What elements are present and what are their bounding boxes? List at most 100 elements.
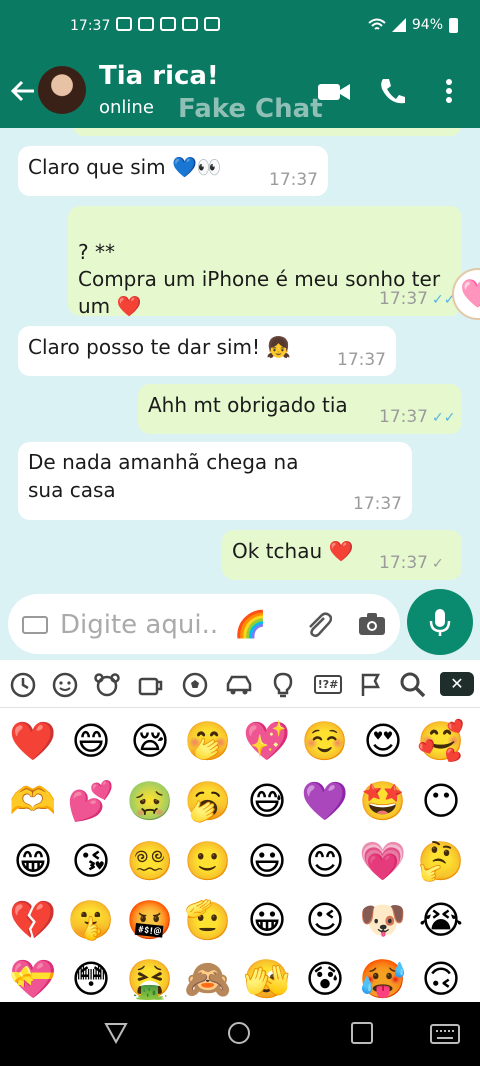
- notification-icons: [116, 17, 220, 31]
- emoji-key[interactable]: 💖: [238, 712, 296, 770]
- symbols-icon[interactable]: !?#: [312, 670, 344, 700]
- message-outgoing[interactable]: Ok tchau ❤️ 17:37 ✓: [222, 530, 462, 580]
- message-time: 17:37: [379, 407, 428, 427]
- notification-icon: [160, 17, 176, 31]
- emoji-key[interactable]: 😅: [238, 772, 296, 830]
- chat-area[interactable]: Claro que sim 💙👀 17:37 ? ** Compra um iP…: [0, 128, 480, 588]
- emoji-key[interactable]: 😄: [62, 712, 120, 770]
- battery-icon: [449, 17, 458, 33]
- home-nav-icon[interactable]: [227, 1021, 251, 1045]
- emoji-key[interactable]: 😃: [238, 832, 296, 890]
- keyboard-toggle-icon[interactable]: [430, 1024, 460, 1044]
- emoji-key[interactable]: 🙃: [412, 950, 470, 1008]
- notification-icon: [116, 17, 132, 31]
- emoji-key[interactable]: 😭: [412, 891, 470, 949]
- message-meta: 17:37 ✓✓: [379, 289, 456, 310]
- video-call-icon[interactable]: [318, 76, 350, 106]
- sports-icon[interactable]: [180, 670, 210, 700]
- emoji-key[interactable]: 😉: [296, 891, 354, 949]
- emoji-key[interactable]: 🤬: [121, 891, 179, 949]
- message-text: Ok tchau ❤️: [232, 539, 354, 563]
- emoji-key[interactable]: 😵‍💫: [121, 832, 179, 890]
- animal-icon[interactable]: [92, 670, 122, 700]
- back-arrow-icon[interactable]: [8, 76, 38, 106]
- emoji-key[interactable]: 🫣: [238, 950, 296, 1008]
- message-meta: 17:37 ✓✓: [379, 407, 456, 428]
- single-check-sent-icon: ✓: [432, 556, 444, 572]
- travel-icon[interactable]: [224, 670, 254, 700]
- emoji-key[interactable]: 😊: [296, 832, 354, 890]
- emoji-key[interactable]: 💗: [354, 832, 412, 890]
- emoji-key[interactable]: 🤢: [121, 772, 179, 830]
- keyboard-icon[interactable]: [22, 616, 48, 634]
- message-text: De nada amanhã chega na sua casa: [28, 450, 299, 502]
- emoji-key[interactable]: 🥰: [412, 712, 470, 770]
- status-time: 17:37: [70, 18, 111, 34]
- search-icon[interactable]: [398, 670, 428, 700]
- contact-name[interactable]: Tia rica!: [99, 61, 219, 91]
- more-options-icon[interactable]: [444, 76, 454, 106]
- message-time: 17:37: [353, 494, 402, 514]
- message-input[interactable]: Digite aqui..: [60, 610, 218, 640]
- emoji-key[interactable]: 🥱: [179, 772, 237, 830]
- emoji-key[interactable]: ☺️: [296, 712, 354, 770]
- watermark: Fake Chat: [178, 94, 323, 124]
- backspace-icon[interactable]: ✕: [440, 672, 474, 696]
- message-text: Claro que sim 💙👀: [28, 155, 222, 179]
- previous-message-bubble: [72, 128, 462, 136]
- contact-avatar[interactable]: [38, 66, 86, 114]
- notification-icon: [182, 17, 198, 31]
- emoji-key[interactable]: 🤩: [354, 772, 412, 830]
- navigation-bar: [0, 1002, 480, 1066]
- emoji-key[interactable]: 🙂: [179, 832, 237, 890]
- voice-call-icon[interactable]: [378, 76, 406, 106]
- emoji-key[interactable]: 😀: [238, 891, 296, 949]
- emoji-key[interactable]: 😁: [4, 832, 62, 890]
- recent-icon[interactable]: [8, 670, 38, 700]
- smiley-icon[interactable]: [50, 670, 80, 700]
- emoji-key[interactable]: 🫶: [4, 772, 62, 830]
- emoji-key[interactable]: 💔: [4, 891, 62, 949]
- microphone-button[interactable]: [407, 589, 473, 655]
- emoji-key[interactable]: 😶: [412, 772, 470, 830]
- double-check-read-icon: ✓✓: [432, 410, 456, 426]
- emoji-key[interactable]: 🤮: [121, 950, 179, 1008]
- emoji-key[interactable]: 🤫: [62, 891, 120, 949]
- message-incoming[interactable]: Claro que sim 💙👀 17:37: [18, 146, 328, 196]
- emoji-key[interactable]: 🥵: [354, 950, 412, 1008]
- message-outgoing[interactable]: Ahh mt obrigado tia 17:37 ✓✓: [138, 384, 462, 434]
- emoji-key[interactable]: ❤️: [4, 712, 62, 770]
- microphone-icon: [429, 609, 451, 636]
- emoji-key[interactable]: 🤭: [179, 712, 237, 770]
- emoji-key[interactable]: 😳: [62, 950, 120, 1008]
- attach-icon[interactable]: [304, 610, 332, 640]
- emoji-key[interactable]: 🙈: [179, 950, 237, 1008]
- message-time: 17:37: [337, 350, 386, 370]
- emoji-key[interactable]: 🫡: [179, 891, 237, 949]
- double-check-read-icon: ✓✓: [432, 292, 456, 308]
- flag-icon[interactable]: [356, 670, 386, 700]
- emoji-key[interactable]: 😍: [354, 712, 412, 770]
- emoji-key[interactable]: 💜: [296, 772, 354, 830]
- message-text: Ahh mt obrigado tia: [148, 393, 348, 417]
- objects-icon[interactable]: [268, 670, 298, 700]
- camera-icon[interactable]: [358, 612, 386, 636]
- emoji-key[interactable]: 💝: [4, 950, 62, 1008]
- emoji-key[interactable]: 🤔: [412, 832, 470, 890]
- message-time: 17:37: [269, 170, 318, 190]
- emoji-key[interactable]: 💕: [62, 772, 120, 830]
- message-time: 17:37: [379, 289, 428, 309]
- food-icon[interactable]: [136, 670, 166, 700]
- emoji-key[interactable]: 😘: [62, 832, 120, 890]
- recents-nav-icon[interactable]: [351, 1022, 373, 1044]
- message-incoming[interactable]: De nada amanhã chega na sua casa 17:37: [18, 442, 412, 520]
- notification-icon: [138, 17, 154, 31]
- emoji-key[interactable]: 😪: [121, 712, 179, 770]
- message-input-field[interactable]: Digite aqui.. 🌈: [8, 594, 400, 654]
- message-incoming[interactable]: Claro posso te dar sim! 👧 17:37: [18, 326, 396, 376]
- emoji-key[interactable]: 🐶: [354, 891, 412, 949]
- back-nav-icon[interactable]: [104, 1022, 128, 1044]
- message-outgoing[interactable]: ? ** Compra um iPhone é meu sonho ter um…: [68, 206, 462, 318]
- message-meta: 17:37 ✓: [379, 553, 452, 574]
- emoji-key[interactable]: 😰: [296, 950, 354, 1008]
